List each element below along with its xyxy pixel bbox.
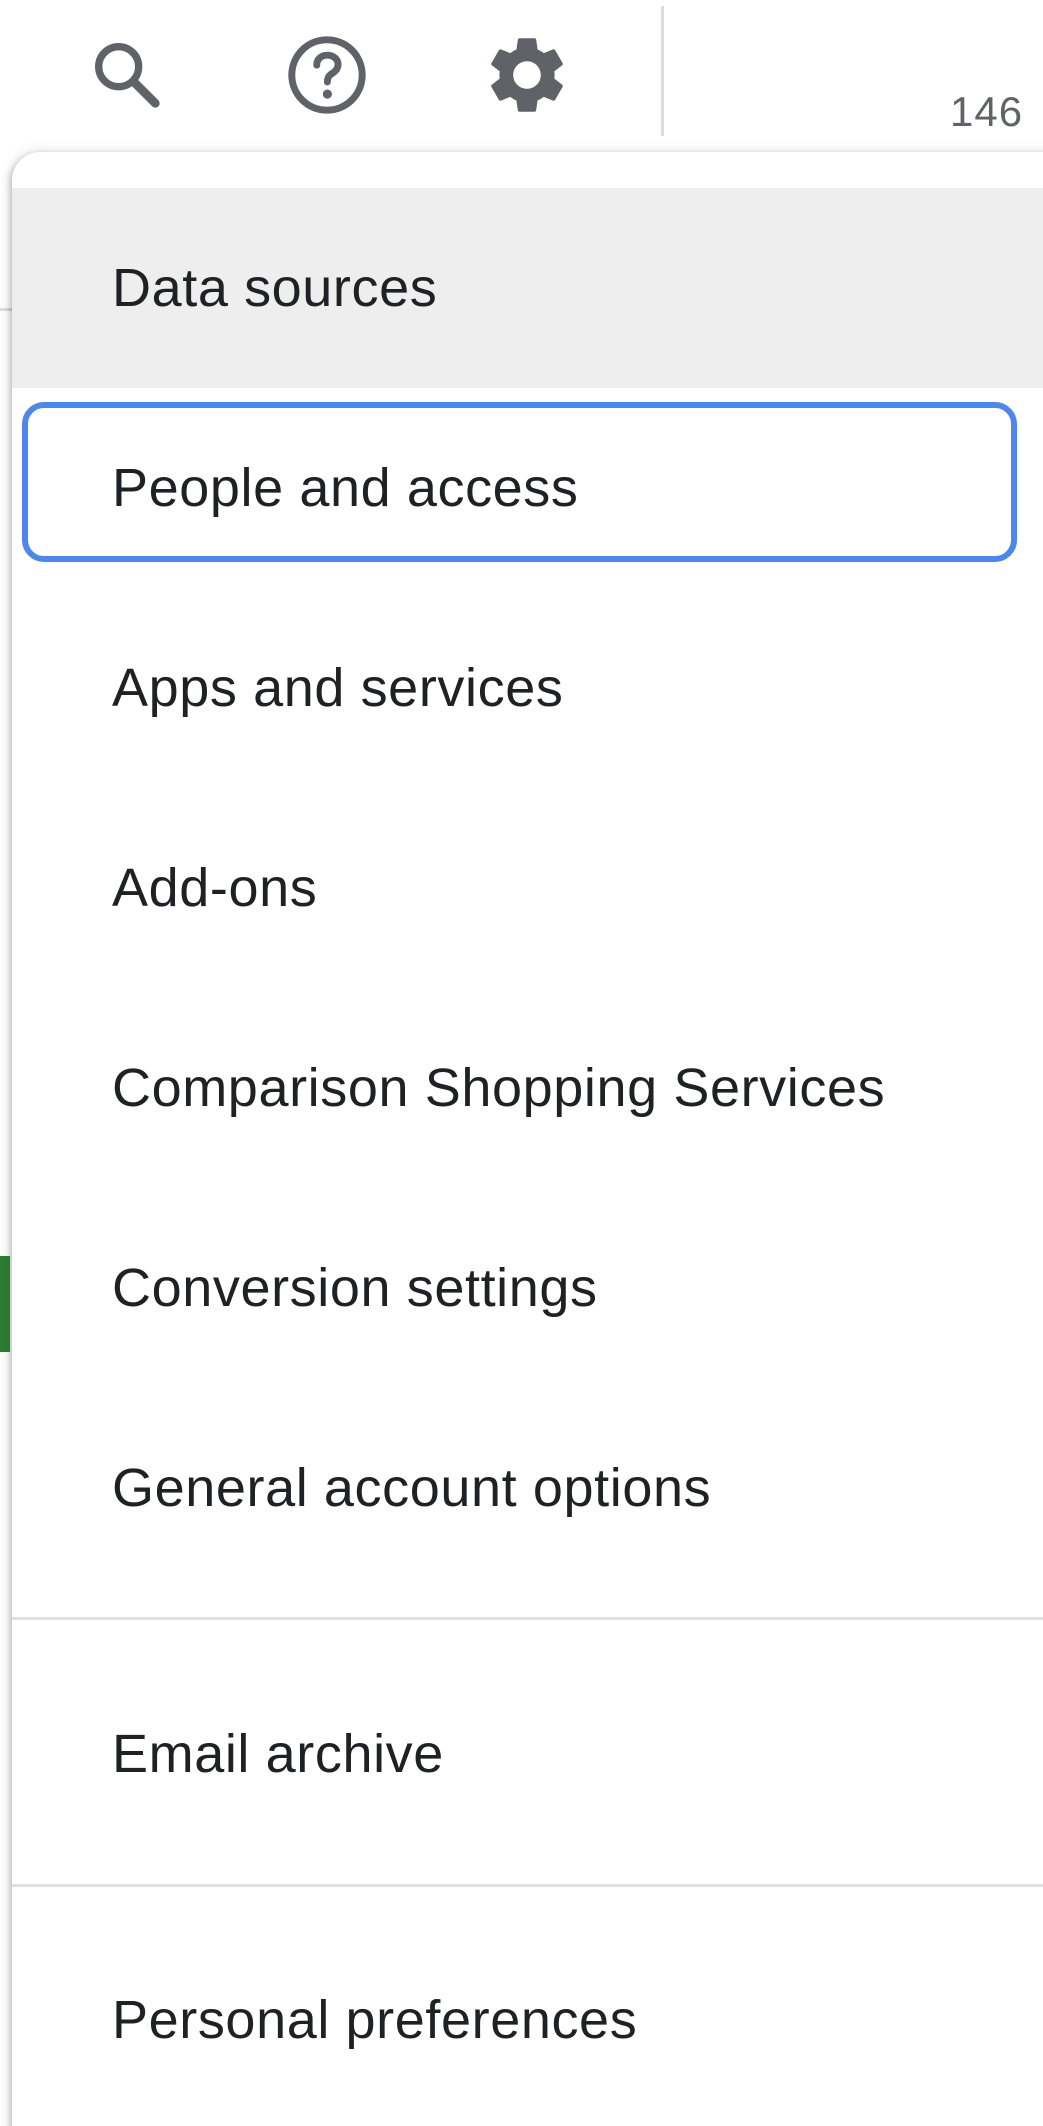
menu-divider xyxy=(12,1617,1043,1620)
menu-item-general-account-options[interactable]: General account options xyxy=(12,1388,1043,1588)
menu-item-comparison-shopping-services[interactable]: Comparison Shopping Services xyxy=(12,988,1043,1188)
menu-item-label: Personal preferences xyxy=(112,1990,638,2050)
gear-icon xyxy=(481,29,573,121)
menu-item-apps-and-services[interactable]: Apps and services xyxy=(12,588,1043,788)
account-id: 146 xyxy=(950,88,1024,135)
menu-item-label: Conversion settings xyxy=(112,1258,598,1318)
menu-item-label: Apps and services xyxy=(112,658,564,718)
settings-button[interactable] xyxy=(472,20,582,130)
menu-item-people-and-access[interactable]: People and access xyxy=(12,388,1043,588)
settings-menu: Data sources People and access Apps and … xyxy=(12,152,1043,2126)
help-button[interactable] xyxy=(272,20,382,130)
menu-item-label: General account options xyxy=(112,1458,712,1518)
toolbar-divider xyxy=(661,6,664,136)
menu-divider xyxy=(12,1884,1043,1887)
background-status-bar xyxy=(0,1256,10,1352)
top-bar: 146 xyxy=(0,0,1043,150)
menu-item-label: Add-ons xyxy=(112,858,318,918)
search-icon xyxy=(87,35,167,115)
menu-item-conversion-settings[interactable]: Conversion settings xyxy=(12,1188,1043,1388)
menu-item-data-sources[interactable]: Data sources xyxy=(12,188,1043,388)
menu-item-label: Comparison Shopping Services xyxy=(112,1058,886,1118)
menu-item-label: People and access xyxy=(112,458,579,518)
app-screen: 146 Data sources People and access Apps … xyxy=(0,0,1043,2126)
menu-item-label: Email archive xyxy=(112,1724,444,1784)
menu-item-label: Data sources xyxy=(112,258,438,318)
help-icon xyxy=(283,31,371,119)
menu-item-email-archive[interactable]: Email archive xyxy=(12,1654,1043,1854)
search-button[interactable] xyxy=(72,20,182,130)
menu-item-add-ons[interactable]: Add-ons xyxy=(12,788,1043,988)
menu-item-personal-preferences[interactable]: Personal preferences xyxy=(12,1920,1043,2120)
